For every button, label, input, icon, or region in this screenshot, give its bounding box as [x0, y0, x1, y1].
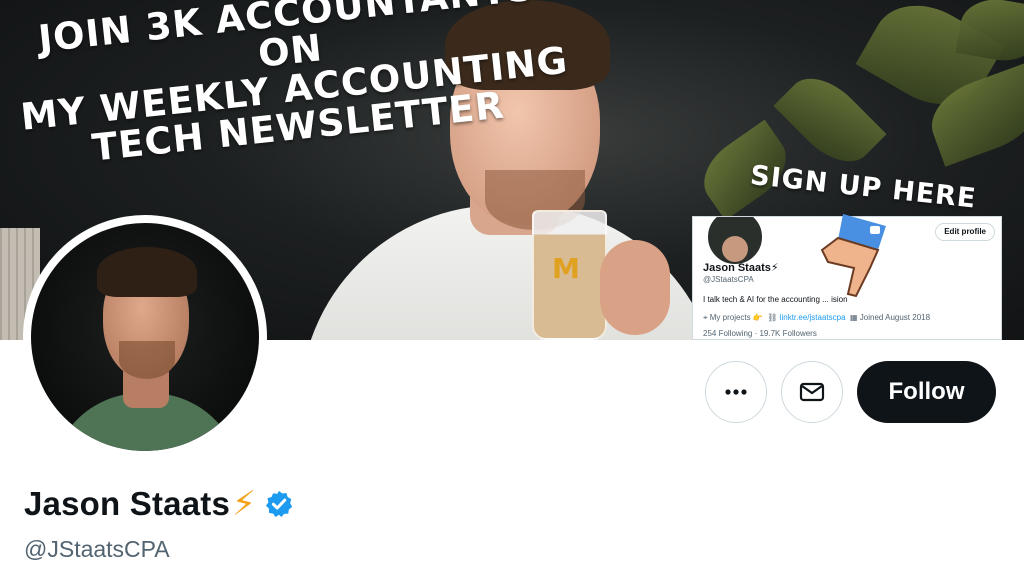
profile-name-row: Jason Staats ⚡	[24, 484, 294, 524]
profile-page: M JOIN 3K ACCOUNTANTS ON MY WEEKLY ACCOU…	[0, 0, 1024, 577]
preview-name: Jason Staats⚡	[703, 262, 779, 274]
avatar[interactable]	[31, 223, 259, 451]
preview-edit-profile: Edit profile	[935, 223, 995, 241]
profile-name: Jason Staats	[24, 485, 230, 522]
location-icon: ⌖	[703, 313, 708, 322]
preview-avatar	[705, 217, 765, 267]
verified-badge-icon[interactable]	[264, 489, 294, 519]
more-dots-icon	[725, 389, 747, 395]
lightning-bolt-icon: ⚡	[232, 484, 256, 524]
message-button[interactable]	[781, 361, 843, 423]
follow-button[interactable]: Follow	[857, 361, 996, 423]
more-options-button[interactable]	[705, 361, 767, 423]
pointing-hand-icon	[820, 214, 886, 298]
banner-plant-leaf	[773, 63, 887, 177]
envelope-icon	[799, 382, 825, 402]
cup-logo: M	[552, 252, 580, 285]
drink-cup: M	[532, 210, 607, 340]
preview-meta: ⌖ My projects 👉 ⛓ linktr.ee/jstaatscpa ▦…	[703, 313, 931, 322]
preview-follows: 254 Following · 19.7K Followers	[703, 329, 817, 338]
profile-handle: @JStaatsCPA	[24, 536, 170, 562]
calendar-icon: ▦	[847, 313, 858, 322]
link-icon: ⛓	[765, 313, 778, 322]
preview-handle: @JStaatsCPA	[703, 275, 754, 284]
